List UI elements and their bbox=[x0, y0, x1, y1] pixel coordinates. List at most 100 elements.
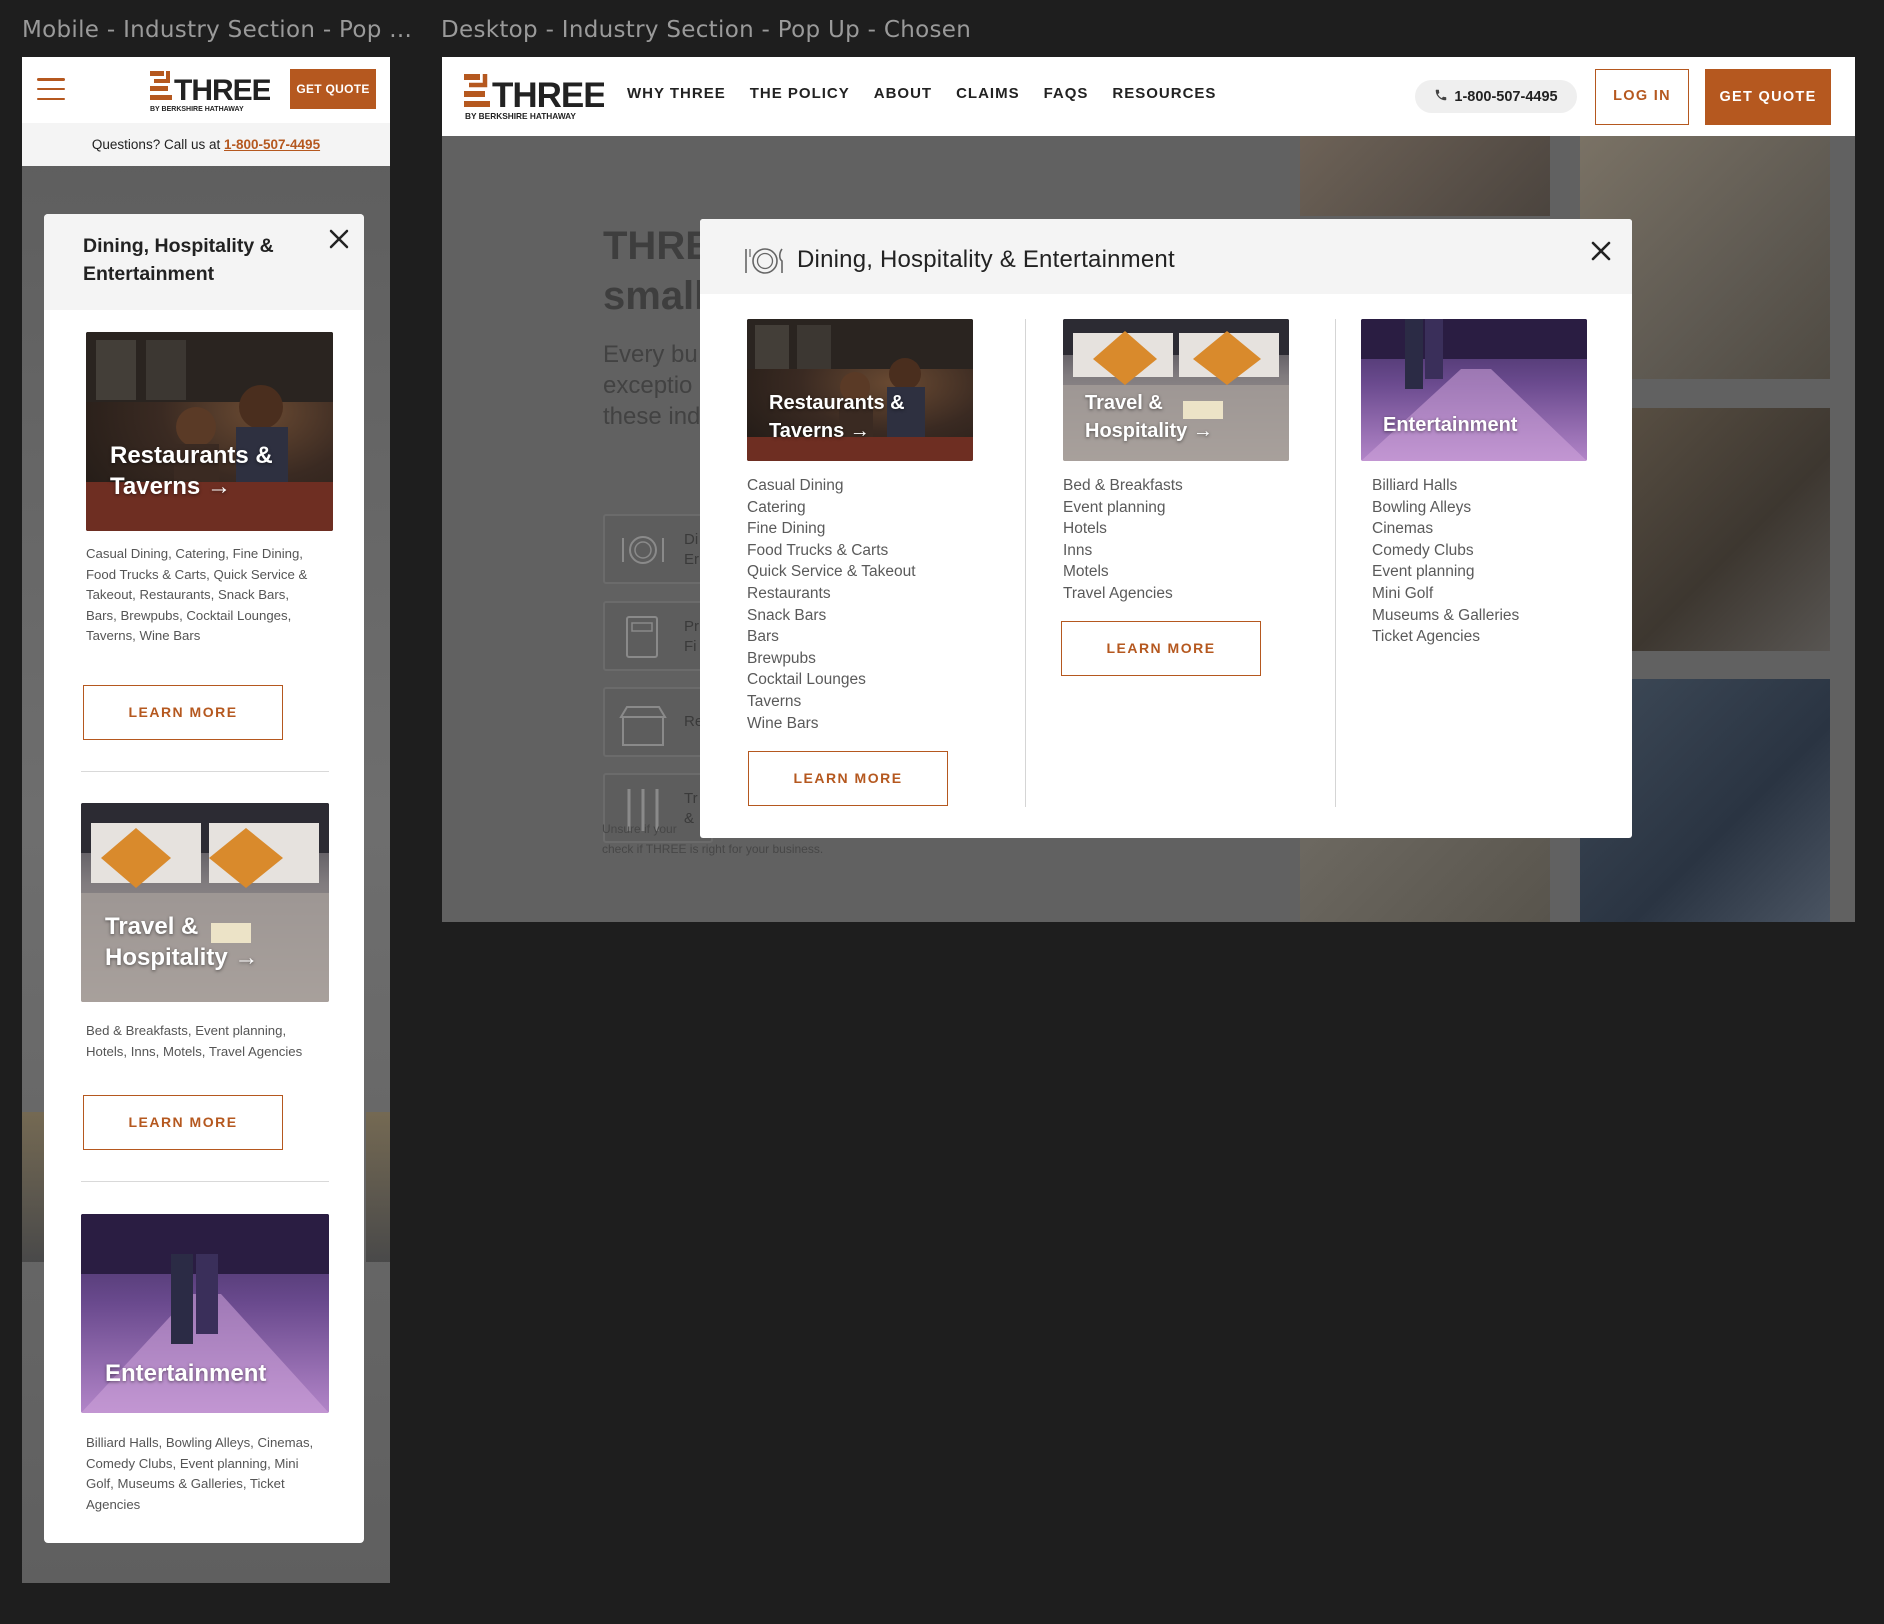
mobile-frame: THREE BY BERKSHIRE HATHAWAY GET QUOTE Qu… bbox=[22, 57, 390, 1583]
restaurants-taverns-image[interactable]: Restaurants & Taverns → bbox=[86, 332, 333, 531]
list-item: Snack Bars bbox=[747, 606, 827, 624]
phone-number: 1-800-507-4495 bbox=[1454, 88, 1558, 105]
nav-resources[interactable]: RESOURCES bbox=[1112, 85, 1216, 102]
list-item: Food Trucks & Carts bbox=[747, 541, 889, 559]
modal-title: Dining, Hospitality & Entertainment bbox=[83, 235, 274, 285]
logo-wordmark: THREE bbox=[492, 76, 604, 115]
list-item: Museums & Galleries bbox=[1372, 606, 1520, 624]
logo-subtitle: BY BERKSHIRE HATHAWAY bbox=[150, 106, 244, 113]
industry-tile-dining[interactable]: Di Er bbox=[603, 514, 713, 584]
list-item: Bars bbox=[747, 628, 779, 646]
industry-tile-retail[interactable]: Re bbox=[603, 687, 713, 757]
get-quote-button[interactable]: GET QUOTE bbox=[290, 69, 376, 109]
list-item: Bowling Alleys bbox=[1372, 498, 1472, 516]
list-item: Motels bbox=[1063, 563, 1109, 581]
nav-faqs[interactable]: FAQS bbox=[1044, 85, 1089, 102]
restaurants-taverns-image[interactable]: Restaurants & Taverns → bbox=[747, 319, 973, 461]
list-item: Ticket Agencies bbox=[1372, 628, 1480, 646]
learn-more-restaurants-button[interactable]: LEARN MORE bbox=[83, 685, 283, 740]
restaurants-title-l1: Restaurants & bbox=[110, 442, 273, 469]
list-item: Taverns bbox=[747, 692, 802, 710]
arrow-right-icon: → bbox=[1192, 420, 1213, 442]
column-divider bbox=[1335, 319, 1336, 807]
restaurants-title-l1: Restaurants & bbox=[769, 392, 905, 414]
call-phone-link[interactable]: 1-800-507-4495 bbox=[224, 137, 320, 152]
tile-text-professional: Pr Fi bbox=[684, 618, 699, 655]
phone-pill[interactable]: 1-800-507-4495 bbox=[1415, 80, 1577, 113]
arrow-right-icon: → bbox=[206, 473, 231, 500]
travel-title-l1: Travel & bbox=[1085, 392, 1163, 414]
travel-hospitality-image[interactable]: Travel & Hospitality → bbox=[81, 803, 329, 1002]
industry-popup-modal: Dining, Hospitality & Entertainment Rest… bbox=[44, 214, 364, 1543]
learn-more-restaurants-button[interactable]: LEARN MORE bbox=[748, 751, 948, 806]
call-bar: Questions? Call us at 1-800-507-4495 bbox=[22, 123, 390, 166]
modal-header: Dining, Hospitality & Entertainment bbox=[700, 219, 1632, 294]
section-divider bbox=[81, 771, 329, 772]
restaurants-list: Casual Dining Catering Fine Dining Food … bbox=[747, 475, 973, 734]
arrow-right-icon: → bbox=[234, 944, 259, 971]
bg-photo-tools bbox=[1300, 136, 1550, 216]
get-quote-button[interactable]: GET QUOTE bbox=[1705, 69, 1831, 125]
entertainment-description: Billiard Halls, Bowling Alleys, Cinemas,… bbox=[86, 1435, 314, 1512]
plate-icon bbox=[619, 534, 667, 571]
column-travel: Travel & Hospitality → Bed & Breakfasts E… bbox=[1063, 319, 1289, 605]
phone-icon bbox=[1434, 88, 1448, 106]
restaurants-title-l2: Taverns bbox=[769, 420, 845, 442]
list-item: Hotels bbox=[1063, 520, 1107, 538]
list-item: Restaurants bbox=[747, 584, 831, 602]
list-item: Bed & Breakfasts bbox=[1063, 477, 1183, 494]
entertainment-image[interactable]: Entertainment bbox=[1361, 319, 1587, 461]
nav-about[interactable]: ABOUT bbox=[874, 85, 932, 102]
restaurants-description: Casual Dining, Catering, Fine Dining, Fo… bbox=[86, 546, 308, 643]
nav-the-policy[interactable]: THE POLICY bbox=[750, 85, 850, 102]
desktop-frame: THREE BY BERKSHIRE HATHAWAY WHY THREE TH… bbox=[442, 57, 1855, 922]
industry-tile-professional[interactable]: Pr Fi bbox=[603, 601, 713, 671]
desktop-frame-label: Desktop - Industry Section - Pop Up - Ch… bbox=[441, 17, 972, 43]
login-button[interactable]: LOG IN bbox=[1595, 69, 1689, 125]
logo-wordmark: THREE bbox=[174, 74, 270, 107]
travel-list: Bed & Breakfasts Event planning Hotels I… bbox=[1063, 475, 1289, 605]
list-item: Comedy Clubs bbox=[1372, 541, 1474, 559]
mobile-frame-label: Mobile - Industry Section - Pop ... bbox=[22, 17, 413, 43]
hero-title: THRE small bbox=[603, 224, 712, 318]
column-restaurants: Restaurants & Taverns → Casual Dining Cat… bbox=[747, 319, 973, 734]
list-item: Wine Bars bbox=[747, 714, 819, 732]
list-item: Mini Golf bbox=[1372, 584, 1434, 602]
main-nav: WHY THREE THE POLICY ABOUT CLAIMS FAQS R… bbox=[627, 85, 1216, 102]
mobile-header: THREE BY BERKSHIRE HATHAWAY GET QUOTE Qu… bbox=[22, 57, 390, 166]
close-icon[interactable] bbox=[1589, 239, 1613, 263]
tile-text-dining: Di Er bbox=[684, 531, 699, 568]
learn-more-travel-button[interactable]: LEARN MORE bbox=[1061, 621, 1261, 676]
close-icon[interactable] bbox=[326, 226, 352, 252]
learn-more-travel-button[interactable]: LEARN MORE bbox=[83, 1095, 283, 1150]
list-item: Casual Dining bbox=[747, 477, 844, 494]
plate-icon bbox=[743, 247, 785, 280]
hero-paragraph: Every bu exceptio these ind bbox=[603, 341, 701, 430]
restaurants-title-l2: Taverns bbox=[110, 473, 201, 500]
desktop-header: THREE BY BERKSHIRE HATHAWAY WHY THREE TH… bbox=[442, 57, 1855, 136]
list-item: Event planning bbox=[1063, 498, 1166, 516]
entertainment-title: Entertainment bbox=[105, 1360, 267, 1387]
list-item: Billiard Halls bbox=[1372, 477, 1458, 494]
travel-hospitality-image[interactable]: Travel & Hospitality → bbox=[1063, 319, 1289, 461]
list-item: Quick Service & Takeout bbox=[747, 563, 916, 581]
list-item: Brewpubs bbox=[747, 649, 816, 667]
entertainment-title: Entertainment bbox=[1383, 414, 1518, 436]
nav-claims[interactable]: CLAIMS bbox=[956, 85, 1020, 102]
section-divider bbox=[81, 1181, 329, 1182]
logo-subtitle: BY BERKSHIRE HATHAWAY bbox=[465, 111, 576, 121]
travel-title-l2: Hospitality bbox=[105, 944, 228, 971]
list-item: Fine Dining bbox=[747, 520, 826, 538]
nav-why-three[interactable]: WHY THREE bbox=[627, 85, 726, 102]
three-logo[interactable]: THREE BY BERKSHIRE HATHAWAY bbox=[464, 72, 607, 127]
list-item: Cocktail Lounges bbox=[747, 671, 866, 689]
three-logo[interactable]: THREE BY BERKSHIRE HATHAWAY bbox=[150, 69, 272, 118]
calculator-icon bbox=[623, 615, 663, 664]
list-item: Event planning bbox=[1372, 563, 1475, 581]
entertainment-image[interactable]: Entertainment bbox=[81, 1214, 329, 1413]
list-item: Cinemas bbox=[1372, 520, 1434, 538]
column-entertainment: Entertainment Billiard Halls Bowling All… bbox=[1361, 319, 1587, 648]
modal-header: Dining, Hospitality & Entertainment bbox=[44, 214, 364, 310]
hamburger-menu-icon[interactable] bbox=[37, 78, 65, 100]
travel-title-l2: Hospitality bbox=[1085, 420, 1188, 442]
